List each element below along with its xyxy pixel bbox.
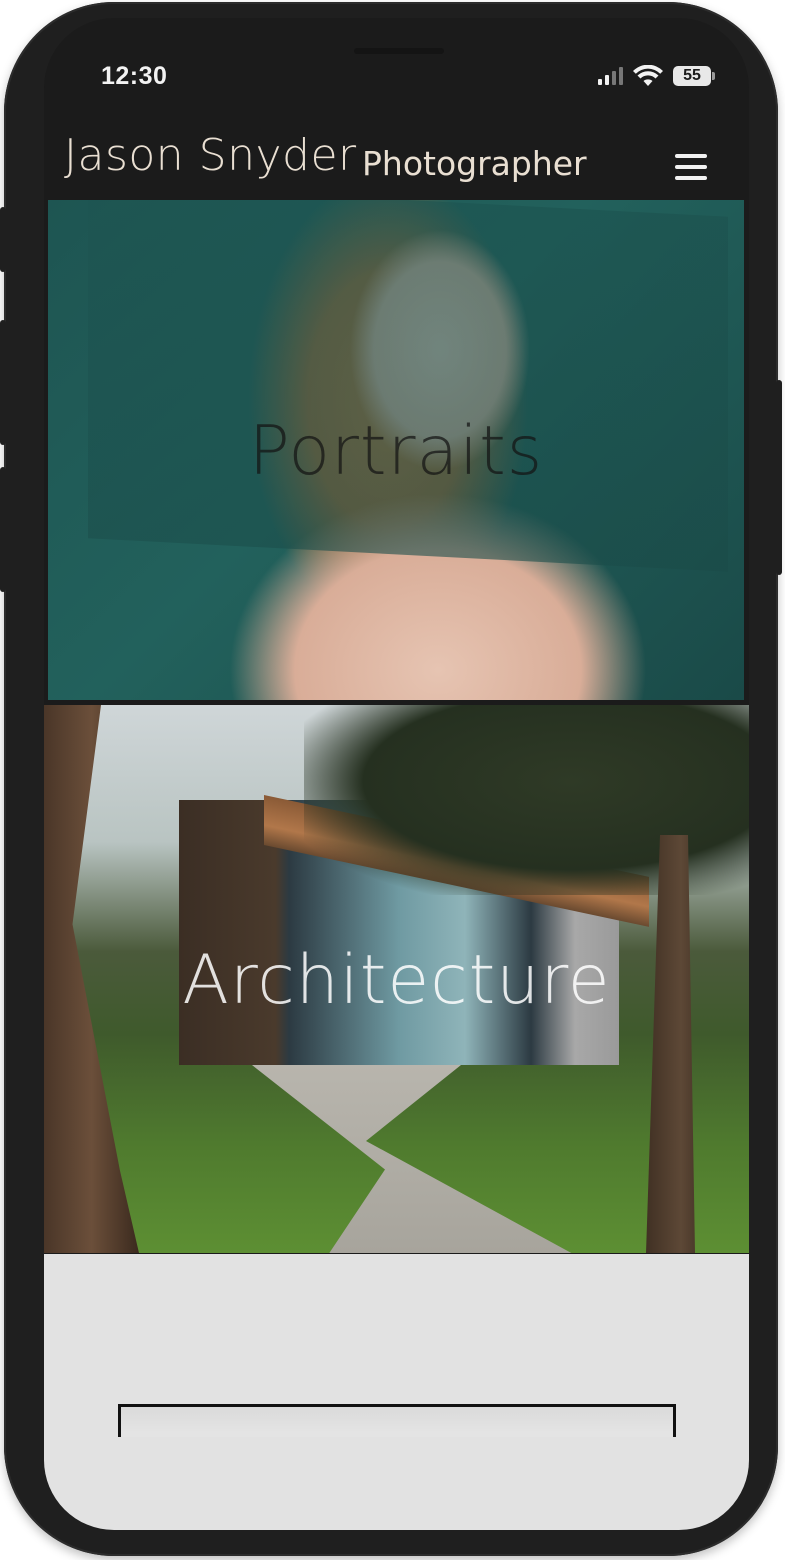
footer-card-inner bbox=[121, 1407, 673, 1433]
portrait-backdrop bbox=[88, 200, 728, 572]
hamburger-menu-icon[interactable] bbox=[675, 152, 709, 182]
battery-level: 55 bbox=[683, 67, 701, 84]
wifi-icon bbox=[633, 65, 663, 86]
signal-icon bbox=[598, 67, 623, 85]
battery-icon: 55 bbox=[673, 66, 715, 86]
site-header: Jason Snyder Photographer bbox=[44, 130, 749, 200]
side-button-silent bbox=[0, 207, 6, 272]
side-button-volume-down bbox=[0, 467, 6, 592]
gallery-tile-portraits[interactable]: Portraits bbox=[48, 200, 744, 700]
footer-card[interactable] bbox=[118, 1404, 676, 1437]
brand-name[interactable]: Jason Snyder bbox=[64, 130, 357, 181]
tile-label-portraits: Portraits bbox=[248, 412, 544, 491]
side-button-power bbox=[776, 380, 782, 575]
brand-subtitle: Photographer bbox=[362, 144, 587, 183]
gallery-tile-architecture[interactable]: Architecture bbox=[44, 705, 749, 1253]
phone-frame: 12:30 55 Jason Snyder Photographer Portr… bbox=[0, 2, 782, 1556]
footer-panel bbox=[44, 1254, 749, 1530]
phone-screen: 12:30 55 Jason Snyder Photographer Portr… bbox=[44, 18, 749, 1530]
side-button-volume-up bbox=[0, 320, 6, 445]
status-time: 12:30 bbox=[101, 62, 168, 90]
walkway bbox=[252, 1065, 575, 1253]
tile-label-architecture: Architecture bbox=[182, 941, 611, 1020]
notch bbox=[354, 48, 444, 54]
tree-trunk-right bbox=[646, 835, 695, 1253]
status-icons: 55 bbox=[598, 65, 715, 87]
